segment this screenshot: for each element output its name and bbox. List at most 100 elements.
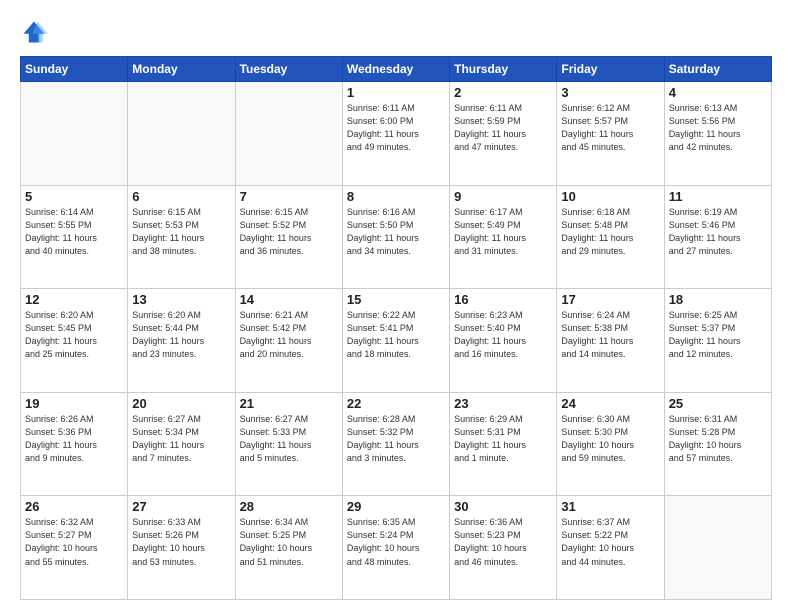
day-number: 11 [669,189,767,204]
day-info: Sunrise: 6:15 AM Sunset: 5:53 PM Dayligh… [132,206,230,258]
calendar-cell: 30 Sunrise: 6:36 AM Sunset: 5:23 PM Dayli… [450,496,557,600]
day-info: Sunrise: 6:11 AM Sunset: 6:00 PM Dayligh… [347,102,445,154]
day-number: 14 [240,292,338,307]
day-number: 25 [669,396,767,411]
calendar-cell: 24 Sunrise: 6:30 AM Sunset: 5:30 PM Dayli… [557,392,664,496]
day-number: 3 [561,85,659,100]
day-number: 13 [132,292,230,307]
calendar-cell: 4 Sunrise: 6:13 AM Sunset: 5:56 PM Daylig… [664,82,771,186]
weekday-header-friday: Friday [557,57,664,82]
calendar-cell: 31 Sunrise: 6:37 AM Sunset: 5:22 PM Dayli… [557,496,664,600]
day-info: Sunrise: 6:14 AM Sunset: 5:55 PM Dayligh… [25,206,123,258]
day-number: 30 [454,499,552,514]
weekday-header-sunday: Sunday [21,57,128,82]
day-number: 7 [240,189,338,204]
day-info: Sunrise: 6:27 AM Sunset: 5:34 PM Dayligh… [132,413,230,465]
weekday-header-wednesday: Wednesday [342,57,449,82]
day-info: Sunrise: 6:27 AM Sunset: 5:33 PM Dayligh… [240,413,338,465]
day-info: Sunrise: 6:11 AM Sunset: 5:59 PM Dayligh… [454,102,552,154]
day-number: 15 [347,292,445,307]
day-info: Sunrise: 6:21 AM Sunset: 5:42 PM Dayligh… [240,309,338,361]
day-number: 17 [561,292,659,307]
calendar-cell: 16Sunrise: 6:23 AM Sunset: 5:40 PM Dayli… [450,289,557,393]
day-info: Sunrise: 6:17 AM Sunset: 5:49 PM Dayligh… [454,206,552,258]
day-number: 19 [25,396,123,411]
weekday-header-monday: Monday [128,57,235,82]
calendar-week-4: 19 Sunrise: 6:26 AM Sunset: 5:36 PM Dayli… [21,392,772,496]
calendar-cell: 6 Sunrise: 6:15 AM Sunset: 5:53 PM Daylig… [128,185,235,289]
weekday-header-tuesday: Tuesday [235,57,342,82]
calendar-cell: 27 Sunrise: 6:33 AM Sunset: 5:26 PM Dayli… [128,496,235,600]
day-info: Sunrise: 6:36 AM Sunset: 5:23 PM Dayligh… [454,516,552,568]
calendar-cell: 26Sunrise: 6:32 AM Sunset: 5:27 PM Dayli… [21,496,128,600]
day-info: Sunrise: 6:18 AM Sunset: 5:48 PM Dayligh… [561,206,659,258]
day-number: 6 [132,189,230,204]
day-number: 9 [454,189,552,204]
day-number: 22 [347,396,445,411]
day-info: Sunrise: 6:34 AM Sunset: 5:25 PM Dayligh… [240,516,338,568]
day-number: 1 [347,85,445,100]
calendar-cell: 2 Sunrise: 6:11 AM Sunset: 5:59 PM Daylig… [450,82,557,186]
day-info: Sunrise: 6:19 AM Sunset: 5:46 PM Dayligh… [669,206,767,258]
day-number: 10 [561,189,659,204]
day-number: 27 [132,499,230,514]
calendar-cell: 15 Sunrise: 6:22 AM Sunset: 5:41 PM Dayli… [342,289,449,393]
day-number: 31 [561,499,659,514]
header [20,18,772,46]
day-number: 12 [25,292,123,307]
calendar-cell: 10 Sunrise: 6:18 AM Sunset: 5:48 PM Dayli… [557,185,664,289]
page: SundayMondayTuesdayWednesdayThursdayFrid… [0,0,792,612]
day-info: Sunrise: 6:13 AM Sunset: 5:56 PM Dayligh… [669,102,767,154]
calendar-cell: 18 Sunrise: 6:25 AM Sunset: 5:37 PM Dayli… [664,289,771,393]
calendar-cell: 23Sunrise: 6:29 AM Sunset: 5:31 PM Dayli… [450,392,557,496]
day-info: Sunrise: 6:20 AM Sunset: 5:45 PM Dayligh… [25,309,123,361]
day-number: 23 [454,396,552,411]
day-info: Sunrise: 6:20 AM Sunset: 5:44 PM Dayligh… [132,309,230,361]
calendar-week-5: 26Sunrise: 6:32 AM Sunset: 5:27 PM Dayli… [21,496,772,600]
day-number: 29 [347,499,445,514]
day-number: 4 [669,85,767,100]
calendar-cell: 5Sunrise: 6:14 AM Sunset: 5:55 PM Daylig… [21,185,128,289]
day-number: 8 [347,189,445,204]
calendar-cell: 17Sunrise: 6:24 AM Sunset: 5:38 PM Dayli… [557,289,664,393]
day-number: 20 [132,396,230,411]
day-info: Sunrise: 6:28 AM Sunset: 5:32 PM Dayligh… [347,413,445,465]
day-info: Sunrise: 6:31 AM Sunset: 5:28 PM Dayligh… [669,413,767,465]
calendar-cell: 19 Sunrise: 6:26 AM Sunset: 5:36 PM Dayli… [21,392,128,496]
weekday-header-thursday: Thursday [450,57,557,82]
calendar-table: SundayMondayTuesdayWednesdayThursdayFrid… [20,56,772,600]
calendar-week-2: 5Sunrise: 6:14 AM Sunset: 5:55 PM Daylig… [21,185,772,289]
day-number: 18 [669,292,767,307]
weekday-header-row: SundayMondayTuesdayWednesdayThursdayFrid… [21,57,772,82]
day-info: Sunrise: 6:30 AM Sunset: 5:30 PM Dayligh… [561,413,659,465]
day-info: Sunrise: 6:32 AM Sunset: 5:27 PM Dayligh… [25,516,123,568]
day-number: 16 [454,292,552,307]
day-info: Sunrise: 6:16 AM Sunset: 5:50 PM Dayligh… [347,206,445,258]
calendar-cell [664,496,771,600]
day-info: Sunrise: 6:26 AM Sunset: 5:36 PM Dayligh… [25,413,123,465]
calendar-cell: 21Sunrise: 6:27 AM Sunset: 5:33 PM Dayli… [235,392,342,496]
calendar-cell: 8 Sunrise: 6:16 AM Sunset: 5:50 PM Daylig… [342,185,449,289]
calendar-cell [235,82,342,186]
calendar-cell [21,82,128,186]
calendar-cell: 22 Sunrise: 6:28 AM Sunset: 5:32 PM Dayli… [342,392,449,496]
calendar-week-3: 12 Sunrise: 6:20 AM Sunset: 5:45 PM Dayli… [21,289,772,393]
weekday-header-saturday: Saturday [664,57,771,82]
day-info: Sunrise: 6:22 AM Sunset: 5:41 PM Dayligh… [347,309,445,361]
calendar-cell: 12 Sunrise: 6:20 AM Sunset: 5:45 PM Dayli… [21,289,128,393]
day-info: Sunrise: 6:37 AM Sunset: 5:22 PM Dayligh… [561,516,659,568]
day-number: 2 [454,85,552,100]
calendar-cell: 20 Sunrise: 6:27 AM Sunset: 5:34 PM Dayli… [128,392,235,496]
day-info: Sunrise: 6:12 AM Sunset: 5:57 PM Dayligh… [561,102,659,154]
calendar-cell: 25 Sunrise: 6:31 AM Sunset: 5:28 PM Dayli… [664,392,771,496]
calendar-cell: 13 Sunrise: 6:20 AM Sunset: 5:44 PM Dayli… [128,289,235,393]
day-info: Sunrise: 6:35 AM Sunset: 5:24 PM Dayligh… [347,516,445,568]
calendar-week-1: 1 Sunrise: 6:11 AM Sunset: 6:00 PM Daylig… [21,82,772,186]
calendar-cell: 7Sunrise: 6:15 AM Sunset: 5:52 PM Daylig… [235,185,342,289]
calendar-cell: 9 Sunrise: 6:17 AM Sunset: 5:49 PM Daylig… [450,185,557,289]
day-number: 24 [561,396,659,411]
day-info: Sunrise: 6:25 AM Sunset: 5:37 PM Dayligh… [669,309,767,361]
calendar-cell: 29 Sunrise: 6:35 AM Sunset: 5:24 PM Dayli… [342,496,449,600]
day-info: Sunrise: 6:33 AM Sunset: 5:26 PM Dayligh… [132,516,230,568]
calendar-cell: 3 Sunrise: 6:12 AM Sunset: 5:57 PM Daylig… [557,82,664,186]
